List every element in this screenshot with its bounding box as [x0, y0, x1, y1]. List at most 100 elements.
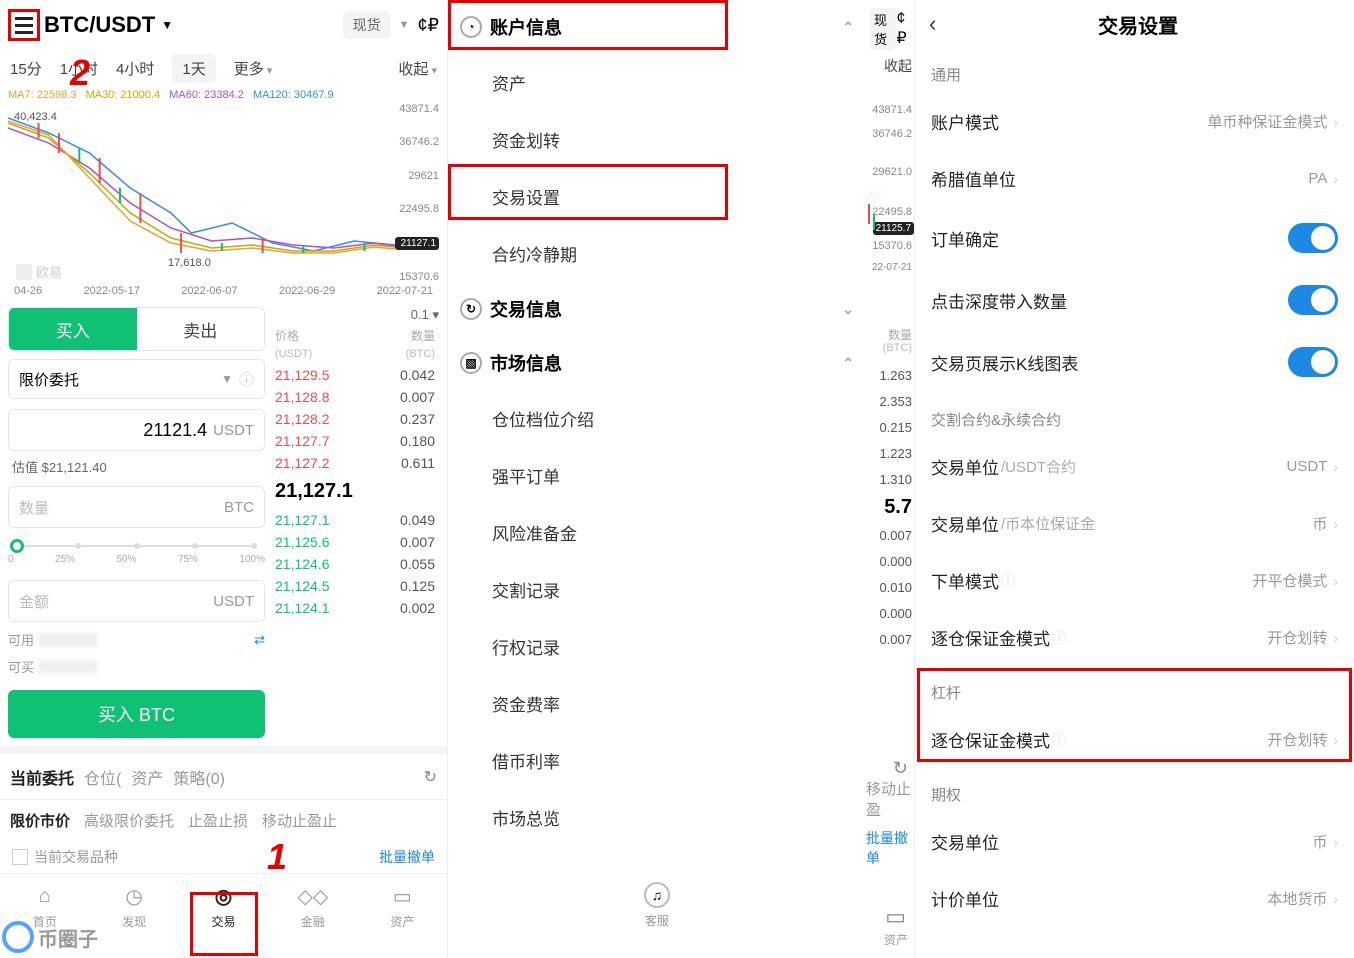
row-greek-unit[interactable]: 希腊值单位PA›	[915, 150, 1354, 207]
tf-collapse[interactable]: 收起	[398, 58, 437, 79]
tab-positions[interactable]: 仓位(	[84, 765, 121, 789]
nav-discover[interactable]: ◷发现	[89, 874, 178, 939]
tab-strategy[interactable]: 策略(0)	[173, 765, 225, 789]
info-icon: ⓘ	[1052, 730, 1066, 750]
estimate-label: 估值 $21,121.40	[8, 457, 265, 476]
row-order-confirm: 订单确定	[915, 207, 1354, 269]
ob-step[interactable]: 0.1 ▾	[271, 307, 439, 327]
annotation-2: 2	[70, 52, 90, 94]
ask-row: 21,127.70.180	[271, 430, 439, 452]
toggle-depth[interactable]	[1288, 285, 1338, 315]
batch-cancel[interactable]: 批量撤单	[379, 847, 435, 867]
y-axis: 43871.4 36746.2 29621 22495.8 21127.1 15…	[395, 103, 439, 283]
menu-insurance[interactable]: 风险准备金	[448, 504, 866, 561]
swap-icon[interactable]: ⇄	[254, 632, 265, 648]
current-pair-checkbox[interactable]	[12, 849, 28, 865]
clock-icon: ◔	[460, 16, 482, 38]
toggle-order-confirm[interactable]	[1288, 223, 1338, 253]
subtab-limit-market[interactable]: 限价市价	[10, 810, 70, 831]
chart-settings-icon[interactable]: ¢₽	[418, 15, 439, 36]
subtab-tpsl[interactable]: 止盈止损	[188, 810, 248, 831]
subtab-adv-limit[interactable]: 高级限价委托	[84, 810, 174, 831]
section-delivery-perp: 交割合约&永续合约	[915, 393, 1354, 438]
tf-15m[interactable]: 15分	[10, 58, 42, 79]
spot-pill[interactable]: 现货	[343, 11, 391, 39]
row-show-kline: 交易页展示K线图表	[915, 331, 1354, 393]
headset-icon: ♫	[644, 882, 670, 908]
section-trade-info[interactable]: ↻ 交易信息 ⌄	[448, 282, 866, 336]
menu-icon[interactable]	[8, 9, 40, 41]
menu-liquidation[interactable]: 强平订单	[448, 447, 866, 504]
history-icon[interactable]: ↻	[893, 758, 908, 779]
source-watermark: 币圈子	[2, 921, 98, 953]
trade-settings-screen: ‹ 交易设置 通用 账户模式单币种保证金模式› 希腊值单位PA› 订单确定 点击…	[914, 0, 1354, 958]
toggle-kline[interactable]	[1288, 347, 1338, 377]
row-account-mode[interactable]: 账户模式单币种保证金模式›	[915, 93, 1354, 150]
watermark: 欧易	[16, 262, 62, 281]
bid-row: 21,124.10.002	[271, 597, 439, 619]
row-isolated-margin-1[interactable]: 逐仓保证金模式ⓘ开仓划转›	[915, 609, 1354, 666]
available-row: 可用 ⇄	[8, 630, 265, 649]
tab-assets[interactable]: 资产	[131, 765, 163, 789]
wallet-icon[interactable]: ▭	[885, 904, 906, 930]
current-pair-label: 当前交易品种	[34, 847, 118, 867]
menu-funding[interactable]: 资金费率	[448, 675, 866, 732]
tab-buy[interactable]: 买入	[9, 308, 137, 350]
header: BTC/USDT ▼ 现货 ▼ ¢₽	[0, 0, 447, 50]
buy-button[interactable]: 买入 BTC	[8, 690, 265, 738]
row-unit-coin[interactable]: 交易单位/币本位保证金币›	[915, 495, 1354, 552]
price-chart[interactable]: 43871.4 36746.2 29621 22495.8 21127.1 15…	[8, 103, 439, 283]
annotation-1: 1	[267, 836, 287, 878]
subtab-trailing[interactable]: 移动止盈止	[262, 810, 337, 831]
chevron-right-icon: ›	[1333, 114, 1338, 130]
quantity-slider[interactable]: 0 25% 50% 75% 100%	[8, 540, 265, 570]
nav-finance[interactable]: ◇◇金融	[268, 874, 357, 939]
tab-open-orders[interactable]: 当前委托	[10, 765, 74, 789]
nav-assets[interactable]: ▭资产	[358, 874, 447, 939]
customer-service[interactable]: ♫ 客服	[448, 862, 866, 949]
tab-sell[interactable]: 卖出	[137, 308, 265, 350]
trading-pair[interactable]: BTC/USDT	[44, 12, 155, 38]
trade-screen: BTC/USDT ▼ 现货 ▼ ¢₽ 2 15分 1小时 4小时 1天 更多 收…	[0, 0, 448, 958]
menu-exercise[interactable]: 行权记录	[448, 618, 866, 675]
tf-more[interactable]: 更多	[234, 58, 273, 79]
quantity-input[interactable]: 数量 BTC	[8, 486, 265, 528]
section-account[interactable]: ◔ 账户信息 ⌃	[448, 0, 866, 54]
settings-icon[interactable]: ¢₽	[896, 10, 910, 48]
menu-cooldown[interactable]: 合约冷静期	[448, 225, 866, 282]
row-order-mode[interactable]: 下单模式ⓘ开平仓模式›	[915, 552, 1354, 609]
tf-1d[interactable]: 1天	[172, 54, 215, 83]
history-icon[interactable]: ↻	[424, 767, 437, 787]
tf-4h[interactable]: 4小时	[116, 58, 154, 79]
caret-down-icon[interactable]: ▼	[161, 18, 173, 32]
info-icon[interactable]: ⓘ	[239, 369, 254, 390]
order-section-tabs: 当前委托 仓位( 资产 策略(0) ↻	[0, 746, 447, 800]
row-option-unit[interactable]: 交易单位币›	[915, 813, 1354, 870]
bid-row: 21,127.10.049	[271, 509, 439, 531]
menu-borrow-rate[interactable]: 借币利率	[448, 732, 866, 789]
menu-trade-settings[interactable]: 交易设置	[448, 168, 866, 225]
finance-icon: ◇◇	[299, 884, 327, 910]
row-unit-usdt[interactable]: 交易单位/USDT合约USDT›	[915, 438, 1354, 495]
order-type-select[interactable]: 限价委托 ▼ ⓘ	[8, 359, 265, 399]
menu-delivery[interactable]: 交割记录	[448, 561, 866, 618]
back-icon[interactable]: ‹	[929, 11, 936, 37]
row-isolated-margin-2[interactable]: 逐仓保证金模式ⓘ开仓划转›	[915, 711, 1354, 768]
row-depth-click: 点击深度带入数量	[915, 269, 1354, 331]
chevron-down-icon: ▼	[221, 372, 233, 386]
amount-input[interactable]: 金额 USDT	[8, 580, 265, 622]
ask-row: 21,128.80.007	[271, 386, 439, 408]
menu-assets[interactable]: 资产	[448, 54, 866, 111]
bid-row: 21,124.60.055	[271, 553, 439, 575]
section-market-info[interactable]: ▧ 市场信息 ⌃	[448, 336, 866, 390]
buy-sell-tabs: 买入 卖出	[8, 307, 265, 351]
menu-tier[interactable]: 仓位档位介绍	[448, 390, 866, 447]
chart-high: 40,423.4	[14, 111, 57, 123]
price-input[interactable]: 21121.4 USDT	[8, 409, 265, 451]
menu-transfer[interactable]: 资金划转	[448, 111, 866, 168]
row-price-unit[interactable]: 计价单位本地货币›	[915, 870, 1354, 927]
ma-indicators: MA7: 22598.3 MA30: 21000.4 MA60: 23384.2…	[0, 87, 447, 103]
menu-overview[interactable]: 市场总览	[448, 789, 866, 846]
chart-low: 17,618.0	[168, 257, 211, 269]
home-icon: ⌂	[31, 884, 59, 910]
